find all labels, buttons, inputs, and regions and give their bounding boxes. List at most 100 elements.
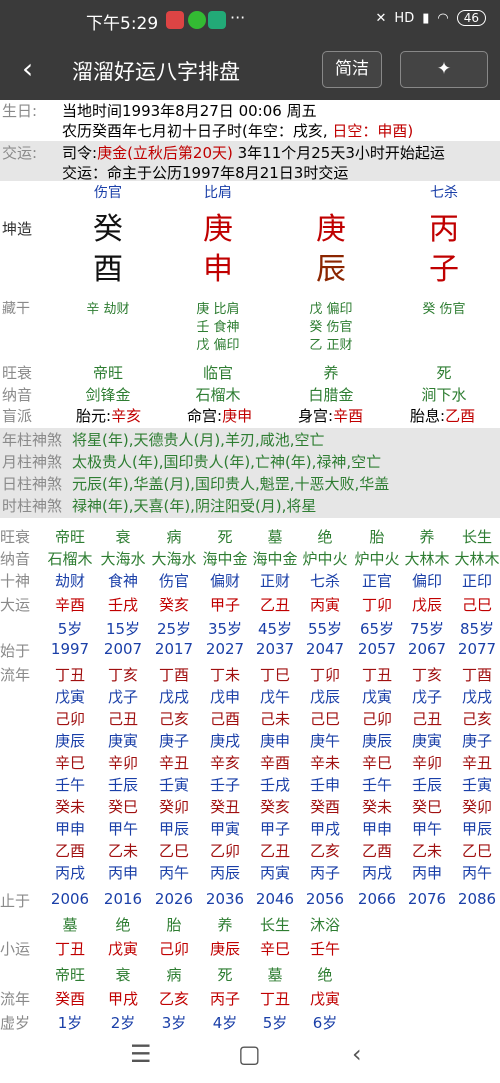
xiaoyun-wangshuai: 沐浴 xyxy=(309,916,340,934)
liunian-cell: 辛巳 xyxy=(361,754,392,772)
back-icon[interactable]: ‹ xyxy=(22,52,33,85)
dayun-wangshuai: 墓 xyxy=(267,528,283,546)
dayun-nayin: 海中金 xyxy=(252,550,298,568)
birthday-row: 生日: 当地时间1993年8月27日 00:06 周五 农历癸酉年七月初十日子时… xyxy=(0,100,500,140)
nayin-value: 剑锋金 xyxy=(85,386,131,404)
xiaoyun-pillar: 丁丑 xyxy=(54,940,85,958)
dayun-nayin: 炉中火 xyxy=(354,550,400,568)
dayun-start-year: 2007 xyxy=(103,640,143,658)
pillar-god: 七杀 xyxy=(430,185,458,201)
shengong-label: 身宫: xyxy=(298,407,334,425)
wangshuai-value: 帝旺 xyxy=(92,364,124,382)
liunian-cell: 丁丑 xyxy=(54,666,85,684)
taiyuan: 胎元:辛亥 xyxy=(76,405,141,426)
xiaoyun-wangshuai2: 衰 xyxy=(115,966,131,984)
xiaoyun-liunian: 甲戌 xyxy=(107,990,138,1008)
liunian-cell: 甲辰 xyxy=(158,820,189,838)
dayun-end-year: 2036 xyxy=(205,890,245,908)
wangshuai-value: 临官 xyxy=(202,364,234,382)
liunian-cell: 壬子 xyxy=(209,776,240,794)
dayun-end-year: 2076 xyxy=(407,890,447,908)
xiaoyun-liunian: 丁丑 xyxy=(259,990,290,1008)
dayun-wangshuai: 死 xyxy=(217,528,233,546)
taiyuan-label: 胎元: xyxy=(76,407,112,425)
dayun-end-year: 2056 xyxy=(305,890,345,908)
mangpai-label: 盲派 xyxy=(2,407,33,425)
home-icon[interactable]: ▢ xyxy=(238,1040,261,1068)
liunian-cell: 己酉 xyxy=(209,710,240,728)
dayun-pillar: 戊辰 xyxy=(411,596,442,614)
dayun-wangshuai: 胎 xyxy=(369,528,385,546)
liunian-cell: 戊子 xyxy=(107,688,138,706)
xiaoyun-wangshuai: 养 xyxy=(217,916,233,934)
more-notifications-icon: ··· xyxy=(230,8,246,27)
shensha-label: 时柱神煞 xyxy=(2,497,63,515)
liunian-cell: 甲戌 xyxy=(309,820,340,838)
liunian-cell: 乙亥 xyxy=(309,842,340,860)
back-nav-icon[interactable]: ‹ xyxy=(352,1040,362,1068)
liunian-cell: 癸未 xyxy=(54,798,85,816)
dayun-nayin: 大海水 xyxy=(100,550,146,568)
dayun-age: 25岁 xyxy=(156,620,192,638)
liunian-cell: 戊戌 xyxy=(461,688,492,706)
jiaoyun-row: 交运: 司令:庚金(立秋后第20天) 3年11个月25天3小时开始起运 交运：命… xyxy=(0,141,500,182)
xiaoyun-wangshuai2: 死 xyxy=(217,966,233,984)
liunian-cell: 丁卯 xyxy=(309,666,340,684)
nav-bar: ☰ ▢ ‹ xyxy=(0,1030,500,1083)
xiaoyun-wangshuai2: 绝 xyxy=(317,966,333,984)
xiaoyun-liunian: 丙子 xyxy=(209,990,240,1008)
canggan-item: 壬 食神 xyxy=(196,320,240,335)
app-notification-icon xyxy=(188,11,206,29)
wangshuai-value: 死 xyxy=(436,364,452,382)
magic-wand-button[interactable]: ✦ xyxy=(400,51,488,88)
siling-line: 司令:庚金(立秋后第20天) 3年11个月25天3小时开始起运 xyxy=(62,142,445,163)
liunian-cell: 庚辰 xyxy=(54,732,85,750)
liunian-cell: 癸酉 xyxy=(309,798,340,816)
liunian-cell: 丁巳 xyxy=(259,666,290,684)
hour-branch: 子 xyxy=(429,252,459,287)
mangpai-row: 盲派 胎元:辛亥 命宫:庚申 身宫:辛酉 胎息:乙酉 xyxy=(0,405,500,427)
liunian-cell: 乙丑 xyxy=(259,842,290,860)
menu-icon[interactable]: ☰ xyxy=(130,1040,152,1068)
liunian-cell: 甲午 xyxy=(107,820,138,838)
nayin-label: 纳音 xyxy=(2,386,33,404)
nayin-value: 涧下水 xyxy=(421,386,467,404)
liunian-cell: 丁酉 xyxy=(158,666,189,684)
siling-label: 司令: xyxy=(62,144,98,162)
liunian-cell: 己巳 xyxy=(309,710,340,728)
liunian-cell: 庚申 xyxy=(259,732,290,750)
day-branch: 辰 xyxy=(316,252,346,287)
liunian-cell: 壬申 xyxy=(309,776,340,794)
xiaoyun-pillar: 壬午 xyxy=(309,940,340,958)
liunian-cell: 己卯 xyxy=(54,710,85,728)
liunian-cell: 己亥 xyxy=(158,710,189,728)
canggan-item: 癸 伤官 xyxy=(422,302,466,317)
simple-button[interactable]: 简洁 xyxy=(322,51,382,88)
app-bar: ‹ 溜溜好运八字排盘 简洁 ✦ xyxy=(0,40,500,100)
qiyun-text: 3年11个月25天3小时开始起运 xyxy=(232,144,445,162)
liunian-cell: 丁未 xyxy=(209,666,240,684)
lunar-text: 农历癸酉年七月初十日子时(年空：戌亥, xyxy=(62,122,328,140)
dayun-nayin: 炉中火 xyxy=(302,550,348,568)
page-title: 溜溜好运八字排盘 xyxy=(72,60,240,84)
canggan-item: 庚 比肩 xyxy=(196,302,240,317)
liunian-cell: 丙子 xyxy=(309,864,340,882)
wangshuai-label: 旺衰 xyxy=(2,364,33,382)
dayun-shishen: 正官 xyxy=(361,572,392,590)
liunian-cell: 辛酉 xyxy=(259,754,290,772)
jiaoyun-date: 交运：命主于公历1997年8月21日3时交运 xyxy=(62,164,349,182)
dayun-wangshuai: 衰 xyxy=(115,528,131,546)
dayun-age: 55岁 xyxy=(307,620,343,638)
canggan-item: 戊 偏印 xyxy=(309,302,353,317)
liunian-cell: 庚子 xyxy=(461,732,492,750)
dayun-end-year: 2026 xyxy=(154,890,194,908)
dayun-age: 15岁 xyxy=(105,620,141,638)
minggong: 命宫:庚申 xyxy=(187,405,252,426)
liunian-cell: 丁亥 xyxy=(411,666,442,684)
hour-stem: 丙 xyxy=(429,212,459,247)
dayun-end-year: 2046 xyxy=(255,890,295,908)
liunian-cell: 己丑 xyxy=(411,710,442,728)
signal-icon: ▮ xyxy=(422,10,430,26)
liunian-cell: 壬寅 xyxy=(461,776,492,794)
liunian-cell: 丙寅 xyxy=(259,864,290,882)
